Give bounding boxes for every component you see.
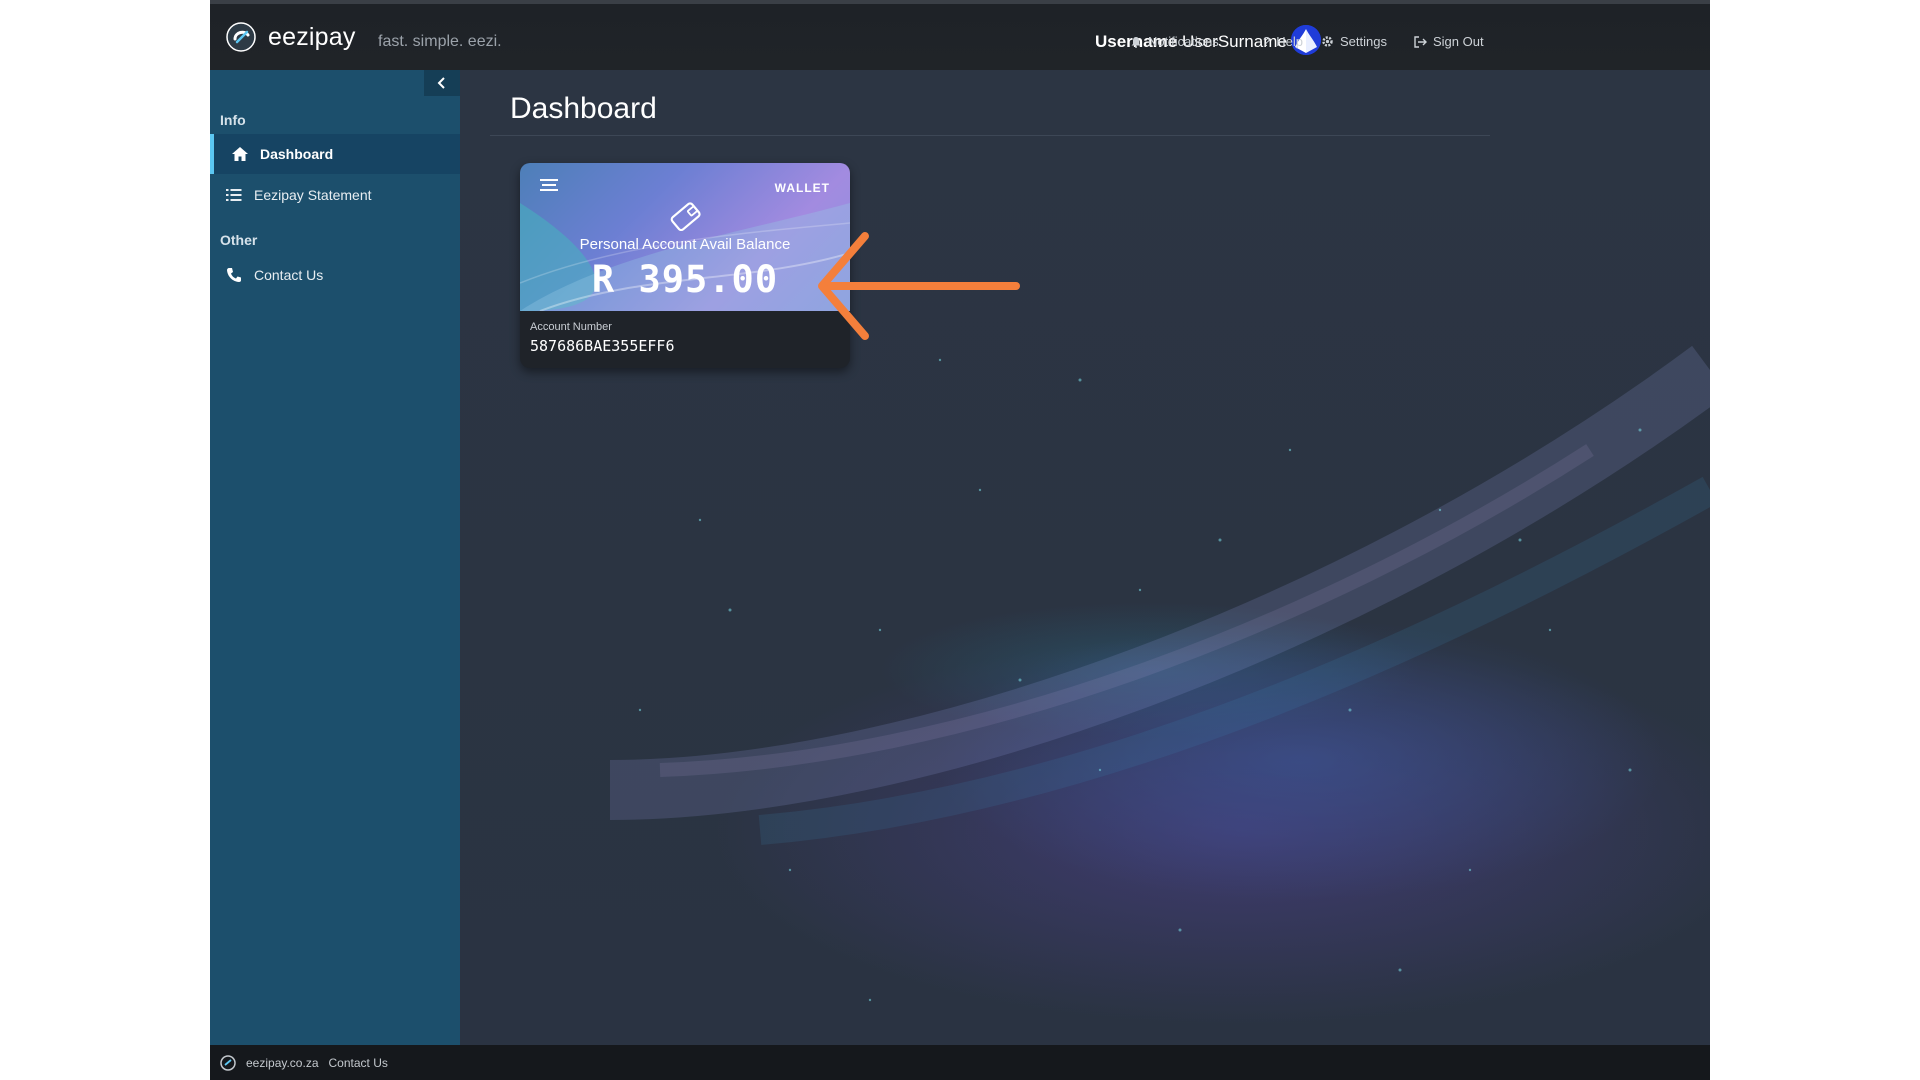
wallet-tag: WALLET bbox=[774, 181, 830, 195]
menu-icon[interactable] bbox=[540, 178, 558, 192]
sign-out-icon bbox=[1414, 35, 1427, 48]
settings-label: Settings bbox=[1340, 34, 1387, 49]
sidebar-item-eezipay-statement[interactable]: Eezipay Statement bbox=[210, 175, 460, 215]
eezipay-logo-icon[interactable] bbox=[226, 22, 256, 52]
balance-label: Personal Account Avail Balance bbox=[579, 236, 791, 253]
sidebar-item-dashboard[interactable]: Dashboard bbox=[210, 134, 460, 174]
eezipay-logo-icon bbox=[220, 1054, 236, 1071]
brand-name[interactable]: eezipay bbox=[268, 23, 356, 52]
wallet-card-header: WALLET Personal Account Avail Balance R … bbox=[520, 163, 850, 311]
app-window: eezipay fast. simple. eezi. Username Use… bbox=[210, 0, 1710, 1080]
sidebar-collapse-button[interactable] bbox=[424, 70, 460, 96]
sidebar-section-info: Info bbox=[220, 112, 246, 128]
notifications-label: Notifications bbox=[1148, 34, 1219, 49]
help-link[interactable]: ? Help bbox=[1263, 34, 1303, 49]
home-icon bbox=[230, 144, 250, 164]
sign-out-label: Sign Out bbox=[1433, 34, 1484, 49]
phone-icon bbox=[224, 265, 244, 285]
bell-icon bbox=[1131, 36, 1141, 48]
wallet-card[interactable]: WALLET Personal Account Avail Balance R … bbox=[520, 163, 850, 368]
brand-tagline: fast. simple. eezi. bbox=[378, 33, 502, 50]
title-divider bbox=[490, 135, 1490, 136]
footer: eezipay.co.za Contact Us bbox=[210, 1045, 1710, 1080]
settings-link[interactable]: Settings bbox=[1321, 34, 1387, 49]
account-number-value: 587686BAE355EFF6 bbox=[530, 337, 675, 355]
sign-out-link[interactable]: Sign Out bbox=[1414, 34, 1484, 49]
sidebar-section-other: Other bbox=[220, 232, 258, 248]
top-header: eezipay fast. simple. eezi. Username Use… bbox=[210, 0, 1710, 70]
sidebar-item-label: Dashboard bbox=[260, 146, 334, 162]
account-number-label: Account Number bbox=[530, 321, 612, 333]
main-content: Dashboard WALLET Personal Account Avail … bbox=[460, 70, 1710, 1045]
notifications-link[interactable]: Notifications bbox=[1130, 34, 1219, 49]
page-title: Dashboard bbox=[510, 92, 657, 125]
help-label: Help bbox=[1276, 34, 1303, 49]
balance-amount: R 395.00 bbox=[591, 258, 779, 301]
help-icon: ? bbox=[1263, 34, 1271, 49]
gear-icon bbox=[1322, 36, 1333, 47]
chevron-left-icon bbox=[437, 77, 445, 89]
sidebar-item-label: Contact Us bbox=[254, 267, 324, 283]
sidebar-item-label: Eezipay Statement bbox=[254, 187, 372, 203]
arrow-annotation-icon bbox=[818, 232, 1020, 340]
sidebar-item-contact-us[interactable]: Contact Us bbox=[210, 255, 460, 295]
wallet-icon bbox=[670, 202, 701, 231]
sidebar: Info Dashboard Eezipay Statement Other C… bbox=[210, 70, 460, 1045]
list-icon bbox=[224, 185, 244, 205]
footer-contact-link[interactable]: Contact Us bbox=[329, 1056, 388, 1070]
footer-site-link[interactable]: eezipay.co.za bbox=[246, 1056, 319, 1070]
